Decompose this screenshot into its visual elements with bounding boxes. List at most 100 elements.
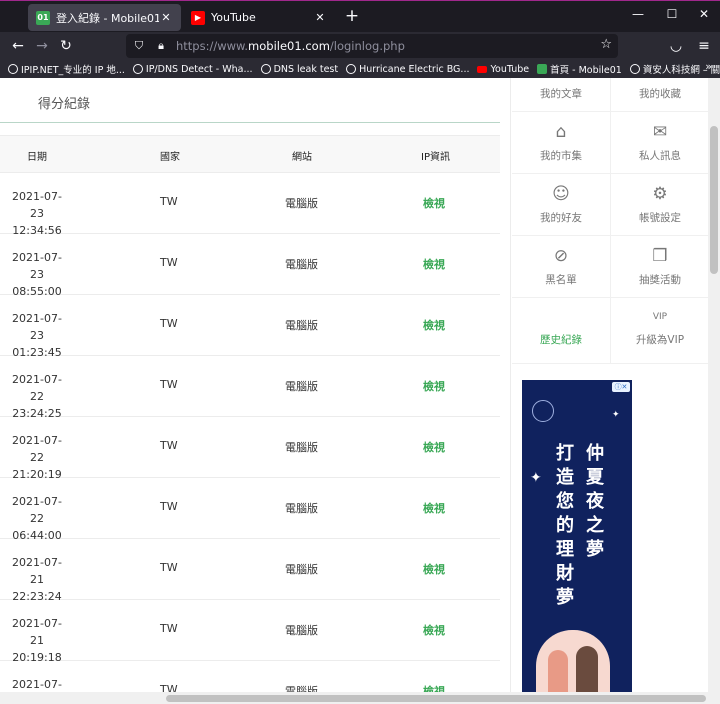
bookmark-ipdns[interactable]: IP/DNS Detect - Wha... xyxy=(132,64,253,75)
site-cell: 電腦版 xyxy=(285,563,318,576)
vip-icon: VIP xyxy=(652,312,668,322)
view-ip-link[interactable]: 檢視 xyxy=(423,256,445,272)
pocket-icon[interactable]: ◡ xyxy=(666,36,686,56)
menu-my-market[interactable]: ⌂ 我的市集 xyxy=(512,112,610,174)
ad-headline-right: 仲夏夜之夢 xyxy=(586,443,604,560)
site-cell: 電腦版 xyxy=(285,380,318,393)
title-divider xyxy=(0,122,500,123)
site-cell: 電腦版 xyxy=(285,319,318,332)
lock-icon[interactable]: 🔒︎ xyxy=(152,39,170,53)
tab-mobile01[interactable]: 01 登入紀錄 - Mobile01 ✕ xyxy=(28,4,181,31)
sparkle-icon: ✦ xyxy=(612,410,620,420)
header-date: 日期 xyxy=(27,152,47,163)
globe-icon xyxy=(8,64,18,74)
back-button[interactable]: ← xyxy=(8,36,28,56)
menu-blacklist[interactable]: ⊘ 黑名單 xyxy=(512,236,610,298)
menu-label: 我的文章 xyxy=(540,88,582,100)
view-ip-link[interactable]: 檢視 xyxy=(423,439,445,455)
youtube-favicon-icon: ▶ xyxy=(191,10,205,25)
tab-title: 登入紀錄 - Mobile01 xyxy=(56,11,159,25)
mobile01-icon xyxy=(537,64,548,74)
table-row: 2021-07-22 06:44:00 TW 電腦版 檢視 xyxy=(0,478,500,542)
page-content: 得分紀錄 日期 國家 網站 IP資訊 2021-07-23 12:34:56 TW… xyxy=(0,78,720,704)
menu-icon[interactable]: ≡ xyxy=(694,36,714,56)
date-cell: 2021-07-21 20:19:18 xyxy=(12,617,62,664)
store-icon: ⌂ xyxy=(555,122,567,142)
bookmark-mobile01[interactable]: 首頁 - Mobile01 xyxy=(537,62,622,76)
view-ip-link[interactable]: 檢視 xyxy=(423,622,445,638)
planet-icon xyxy=(532,400,554,422)
country-cell: TW xyxy=(160,195,178,208)
table-row: 2021-07-22 21:20:19 TW 電腦版 檢視 xyxy=(0,417,500,481)
table-row: 2021-07-21 20:19:18 TW 電腦版 檢視 xyxy=(0,600,500,664)
site-cell: 電腦版 xyxy=(285,258,318,271)
tab-youtube[interactable]: ▶ YouTube ✕ xyxy=(183,4,335,31)
tracking-shield-icon[interactable]: ⛉ xyxy=(130,39,148,53)
globe-icon xyxy=(132,64,143,74)
menu-label: 我的收藏 xyxy=(639,88,681,100)
vertical-scroll-thumb[interactable] xyxy=(710,126,718,274)
close-window-button[interactable]: ✕ xyxy=(694,7,714,21)
forward-button[interactable]: → xyxy=(32,36,52,56)
horizontal-scrollbar[interactable] xyxy=(0,692,708,704)
menu-my-friends[interactable]: ☺ 我的好友 xyxy=(512,174,610,236)
site-cell: 電腦版 xyxy=(285,197,318,210)
new-tab-button[interactable]: + xyxy=(342,6,362,26)
site-cell: 電腦版 xyxy=(285,502,318,515)
menu-history[interactable]: 歷史紀錄 xyxy=(512,298,610,364)
header-country: 國家 xyxy=(160,152,180,163)
menu-label: 我的好友 xyxy=(540,212,582,224)
view-ip-link[interactable]: 檢視 xyxy=(423,195,445,211)
minimize-button[interactable]: — xyxy=(628,7,648,21)
sidebar-ad-banner[interactable]: ⓘ✕ ✦ ✦ 仲夏夜之夢 打造您的理財夢 xyxy=(522,380,632,704)
reload-button[interactable]: ↻ xyxy=(56,36,76,56)
table-row: 2021-07-23 01:23:45 TW 電腦版 檢視 xyxy=(0,295,500,359)
vertical-scrollbar[interactable] xyxy=(708,78,720,704)
bookmark-star-icon[interactable]: ☆ xyxy=(600,37,612,52)
menu-label: 歷史紀錄 xyxy=(540,334,582,346)
horizontal-scroll-thumb[interactable] xyxy=(166,695,706,702)
bookmark-hurricane[interactable]: Hurricane Electric BG... xyxy=(346,64,469,75)
menu-my-articles[interactable]: 我的文章 xyxy=(512,78,610,112)
table-header: 日期 國家 網站 IP資訊 xyxy=(0,135,500,173)
header-ip: IP資訊 xyxy=(421,152,450,163)
country-cell: TW xyxy=(160,622,178,635)
view-ip-link[interactable]: 檢視 xyxy=(423,317,445,333)
bookmark-youtube[interactable]: YouTube xyxy=(477,64,529,75)
menu-label: 黑名單 xyxy=(545,274,577,286)
menu-my-favorites[interactable]: 我的收藏 xyxy=(610,78,708,112)
ad-headline-left: 打造您的理財夢 xyxy=(556,443,574,608)
close-tab-icon[interactable]: ✕ xyxy=(313,11,327,24)
menu-label: 帳號設定 xyxy=(639,212,681,224)
table-row: 2021-07-23 08:55:00 TW 電腦版 檢視 xyxy=(0,234,500,298)
menu-label: 私人訊息 xyxy=(639,150,681,162)
site-cell: 電腦版 xyxy=(285,441,318,454)
header-site: 網站 xyxy=(292,152,312,163)
date-cell: 2021-07-22 06:44:00 xyxy=(12,495,62,542)
bookmarks-overflow-icon[interactable]: » xyxy=(705,60,712,73)
ad-info-icon[interactable]: ⓘ✕ xyxy=(612,382,630,392)
date-cell: 2021-07-21 22:23:24 xyxy=(12,556,62,603)
bookmark-dnsleak[interactable]: DNS leak test xyxy=(260,64,338,75)
menu-label: 抽獎活動 xyxy=(639,274,681,286)
close-tab-icon[interactable]: ✕ xyxy=(159,11,173,24)
menu-upgrade-vip[interactable]: VIP 升級為VIP xyxy=(610,298,708,364)
url-bar[interactable]: ⛉ 🔒︎ https://www.mobile01.com/loginlog.p… xyxy=(126,34,618,58)
sparkle-icon: ✦ xyxy=(530,470,542,486)
main-panel: 得分紀錄 日期 國家 網站 IP資訊 2021-07-23 12:34:56 TW… xyxy=(0,78,511,704)
menu-account-settings[interactable]: ⚙ 帳號設定 xyxy=(610,174,708,236)
menu-private-messages[interactable]: ✉ 私人訊息 xyxy=(610,112,708,174)
mail-icon: ✉ xyxy=(652,122,668,142)
menu-lottery[interactable]: ❒ 抽獎活動 xyxy=(610,236,708,298)
globe-icon xyxy=(629,64,640,74)
bookmark-ipip[interactable]: IPIP.NET_专业的 IP 地... xyxy=(8,62,125,76)
view-ip-link[interactable]: 檢視 xyxy=(423,561,445,577)
country-cell: TW xyxy=(160,561,178,574)
navigation-toolbar: ← → ↻ ⛉ 🔒︎ https://www.mobile01.com/logi… xyxy=(0,32,720,60)
date-cell: 2021-07-23 12:34:56 xyxy=(12,190,62,237)
block-icon: ⊘ xyxy=(553,246,569,266)
url-text[interactable]: https://www.mobile01.com/loginlog.php xyxy=(176,39,405,53)
view-ip-link[interactable]: 檢視 xyxy=(423,500,445,516)
view-ip-link[interactable]: 檢視 xyxy=(423,378,445,394)
maximize-button[interactable]: ☐ xyxy=(662,7,682,21)
